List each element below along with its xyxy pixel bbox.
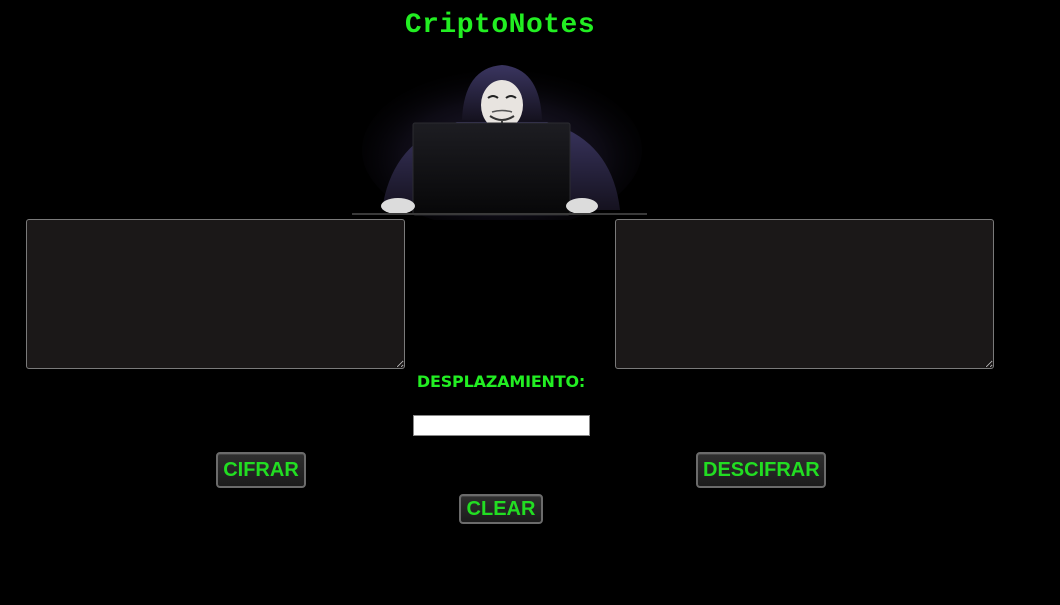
clear-button[interactable]: CLEAR <box>459 494 543 524</box>
app-page: CriptoNotes DESPLAZAMIENTO: CIFRAR DESCI… <box>0 0 1060 605</box>
ciphertext-textarea[interactable] <box>615 219 994 369</box>
shift-input[interactable] <box>413 415 590 436</box>
decrypt-button[interactable]: DESCIFRAR <box>696 452 826 488</box>
hacker-with-laptop-image <box>352 60 652 220</box>
plaintext-textarea[interactable] <box>26 219 405 369</box>
page-title: CriptoNotes <box>404 10 596 41</box>
shift-label: DESPLAZAMIENTO: <box>416 372 586 391</box>
encrypt-button[interactable]: CIFRAR <box>216 452 306 488</box>
